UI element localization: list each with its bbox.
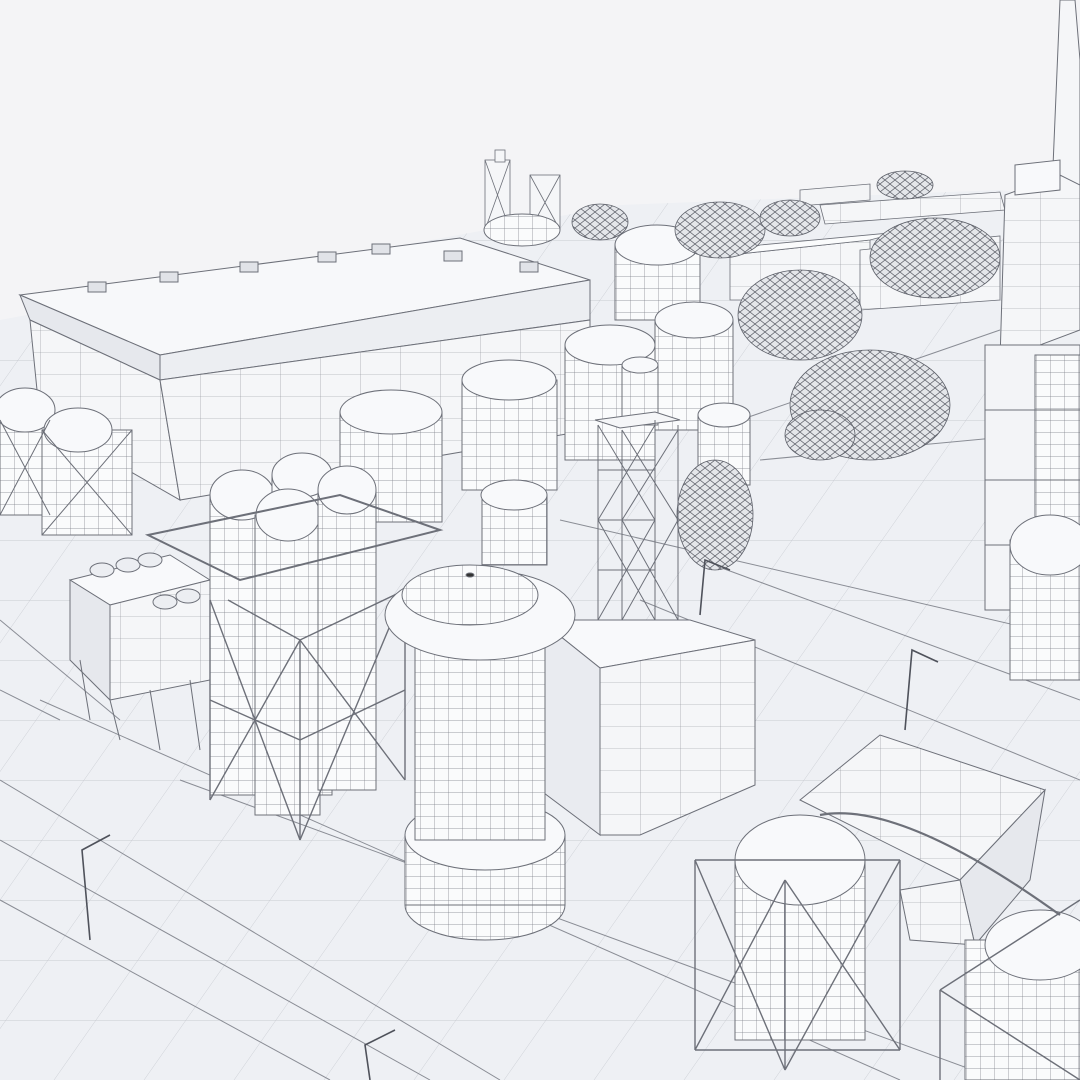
distant-dome: [483, 213, 561, 247]
scene-render: [0, 0, 1080, 1080]
tank-e: [480, 479, 548, 566]
tank-c: [461, 359, 558, 491]
right-spherical-tank: [1009, 514, 1080, 681]
industrial-scene: [0, 0, 1080, 1080]
